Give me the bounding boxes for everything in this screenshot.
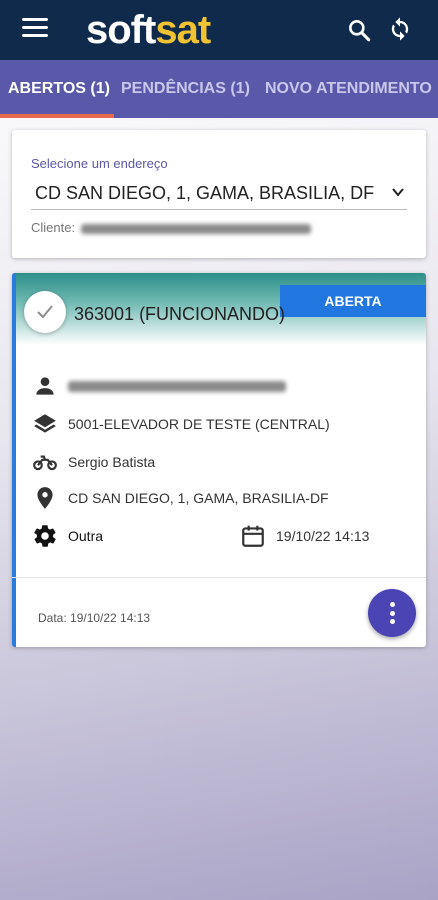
status-badge: ABERTA (280, 285, 426, 317)
more-vert-icon (390, 602, 395, 607)
location-row: CD SAN DIEGO, 1, GAMA, BRASILIA-DF (32, 485, 412, 511)
address-select-label: Selecione um endereço (31, 156, 168, 171)
active-tab-indicator (0, 114, 114, 118)
technician-text: Sergio Batista (68, 454, 156, 470)
footer-date: Data: 19/10/22 14:13 (38, 611, 151, 625)
menu-icon[interactable] (22, 18, 48, 40)
chevron-down-icon (392, 188, 404, 197)
more-options-button[interactable] (368, 589, 416, 637)
equipment-text: 5001-ELEVADOR DE TESTE (CENTRAL) (68, 416, 330, 432)
address-select[interactable]: CD SAN DIEGO, 1, GAMA, BRASILIA, DF (31, 174, 407, 210)
person-icon (36, 377, 54, 395)
client-field: Cliente: (31, 220, 311, 235)
order-card-accent (12, 273, 16, 647)
search-icon[interactable] (346, 17, 372, 43)
tab-abertos[interactable]: ABERTOS (1) (8, 60, 110, 118)
order-card[interactable]: ABERTA 363001 (FUNCIONANDO) 5001-ELEVADO… (12, 273, 426, 647)
logo-text-sat: sat (155, 8, 211, 52)
datetime-row: 19/10/22 14:13 (240, 523, 410, 549)
location-text: CD SAN DIEGO, 1, GAMA, BRASILIA-DF (68, 490, 329, 506)
tab-bar: ABERTOS (1) PENDÊNCIAS (1) NOVO ATENDIME… (0, 60, 438, 118)
layers-icon (34, 414, 56, 433)
check-icon (37, 305, 53, 319)
order-title: 363001 (FUNCIONANDO) (74, 304, 286, 324)
type-text: Outra (68, 528, 104, 544)
type-row: Outra (32, 523, 212, 549)
calendar-icon (242, 525, 264, 547)
app-bar: softsat (0, 0, 438, 60)
logo-text-soft: soft (86, 8, 156, 52)
client-name-redacted (80, 223, 311, 234)
check-circle (24, 291, 66, 333)
customer-row (32, 373, 412, 399)
location-pin-icon (37, 487, 53, 509)
address-card: Selecione um endereço CD SAN DIEGO, 1, G… (12, 130, 426, 258)
datetime-text: 19/10/22 14:13 (276, 528, 370, 544)
tab-pendencias[interactable]: PENDÊNCIAS (1) (121, 60, 250, 118)
technician-row: Sergio Batista (32, 449, 412, 475)
client-label: Cliente: (31, 220, 76, 235)
card-divider (12, 577, 426, 578)
equipment-row: 5001-ELEVADOR DE TESTE (CENTRAL) (32, 411, 412, 437)
app-logo: softsat (86, 8, 211, 52)
refresh-icon[interactable] (386, 15, 414, 43)
customer-name-redacted (68, 381, 286, 392)
motorcycle-icon (33, 455, 57, 471)
tab-novo-atendimento[interactable]: NOVO ATENDIMENTO (265, 60, 432, 118)
gear-icon (34, 525, 56, 547)
address-select-value: CD SAN DIEGO, 1, GAMA, BRASILIA, DF (35, 183, 375, 203)
